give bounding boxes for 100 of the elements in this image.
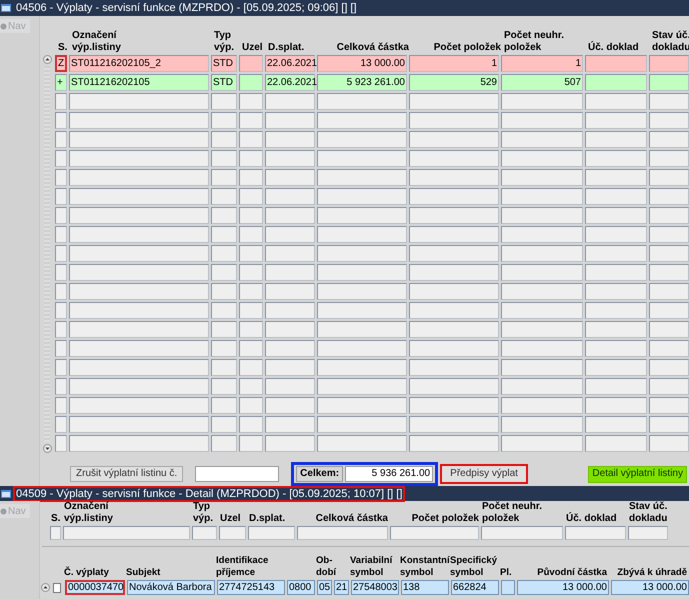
table-cell[interactable] bbox=[69, 435, 209, 452]
table-cell[interactable]: 1 bbox=[501, 55, 583, 72]
table-cell[interactable] bbox=[317, 340, 407, 357]
table-cell[interactable] bbox=[501, 580, 515, 595]
table-cell[interactable] bbox=[649, 302, 689, 319]
table-cell[interactable] bbox=[585, 169, 647, 186]
table-cell[interactable] bbox=[649, 321, 689, 338]
table-cell[interactable] bbox=[649, 207, 689, 224]
table-cell[interactable] bbox=[69, 359, 209, 376]
table-cell[interactable] bbox=[317, 169, 407, 186]
table-cell[interactable] bbox=[211, 302, 237, 319]
table-cell[interactable] bbox=[239, 264, 263, 281]
table-cell[interactable] bbox=[317, 112, 407, 129]
table-cell[interactable] bbox=[585, 435, 647, 452]
table-cell[interactable] bbox=[239, 340, 263, 357]
table-cell[interactable] bbox=[211, 283, 237, 300]
table-cell[interactable]: 27548003 bbox=[351, 580, 399, 595]
table-cell[interactable] bbox=[317, 245, 407, 262]
table-cell[interactable] bbox=[409, 188, 499, 205]
table-cell[interactable] bbox=[501, 245, 583, 262]
table-cell[interactable] bbox=[501, 226, 583, 243]
table-cell[interactable] bbox=[239, 245, 263, 262]
table-cell[interactable] bbox=[649, 188, 689, 205]
table-cell[interactable] bbox=[501, 397, 583, 414]
table-cell[interactable] bbox=[69, 397, 209, 414]
table-cell[interactable] bbox=[649, 359, 689, 376]
table-cell[interactable] bbox=[265, 321, 315, 338]
table-cell[interactable] bbox=[63, 526, 190, 540]
table-cell[interactable]: 138 bbox=[401, 580, 449, 595]
table-cell[interactable] bbox=[69, 283, 209, 300]
table-cell[interactable] bbox=[55, 207, 67, 224]
table-cell[interactable] bbox=[409, 245, 499, 262]
table-cell[interactable] bbox=[265, 340, 315, 357]
table-cell[interactable] bbox=[501, 93, 583, 110]
table-cell[interactable] bbox=[501, 150, 583, 167]
table-cell[interactable] bbox=[69, 378, 209, 395]
table-cell[interactable] bbox=[409, 169, 499, 186]
table-cell[interactable] bbox=[501, 283, 583, 300]
table-cell[interactable] bbox=[501, 359, 583, 376]
table-cell[interactable] bbox=[317, 302, 407, 319]
table-cell[interactable] bbox=[585, 416, 647, 433]
table-cell[interactable] bbox=[211, 131, 237, 148]
table-cell[interactable]: ST011216202105 bbox=[69, 74, 209, 91]
table-cell[interactable] bbox=[69, 188, 209, 205]
table-cell[interactable] bbox=[501, 302, 583, 319]
table-cell[interactable]: Z bbox=[55, 55, 67, 72]
table-cell[interactable] bbox=[265, 359, 315, 376]
table-cell[interactable] bbox=[585, 226, 647, 243]
table-cell[interactable]: 05 bbox=[317, 580, 332, 595]
table-cell[interactable] bbox=[55, 93, 67, 110]
table-cell[interactable] bbox=[55, 321, 67, 338]
table-cell[interactable] bbox=[239, 131, 263, 148]
table-cell[interactable] bbox=[265, 264, 315, 281]
table-cell[interactable] bbox=[409, 340, 499, 357]
table-cell[interactable]: 13 000.00 bbox=[317, 55, 407, 72]
table-cell[interactable] bbox=[55, 226, 67, 243]
table-cell[interactable] bbox=[265, 207, 315, 224]
table-cell[interactable] bbox=[69, 302, 209, 319]
table-cell[interactable] bbox=[69, 150, 209, 167]
table-cell[interactable] bbox=[585, 340, 647, 357]
table-cell[interactable] bbox=[55, 112, 67, 129]
table-cell[interactable] bbox=[265, 93, 315, 110]
table-cell[interactable] bbox=[55, 302, 67, 319]
table-cell[interactable] bbox=[239, 150, 263, 167]
table-cell[interactable] bbox=[409, 226, 499, 243]
table-cell[interactable] bbox=[317, 207, 407, 224]
table-cell[interactable] bbox=[585, 112, 647, 129]
table-cell[interactable] bbox=[585, 188, 647, 205]
table-cell[interactable] bbox=[565, 526, 626, 540]
table-cell[interactable] bbox=[409, 359, 499, 376]
table-cell[interactable] bbox=[649, 245, 689, 262]
table-cell[interactable] bbox=[501, 207, 583, 224]
table-cell[interactable] bbox=[239, 416, 263, 433]
table-cell[interactable] bbox=[649, 93, 689, 110]
table-cell[interactable] bbox=[585, 359, 647, 376]
table-cell[interactable]: STD bbox=[211, 55, 237, 72]
prescriptions-button[interactable]: Předpisy výplat bbox=[440, 464, 528, 484]
table-cell[interactable] bbox=[239, 74, 263, 91]
table-cell[interactable] bbox=[501, 188, 583, 205]
table-cell[interactable] bbox=[265, 150, 315, 167]
table-cell[interactable] bbox=[69, 131, 209, 148]
table-cell[interactable] bbox=[317, 226, 407, 243]
table-cell[interactable] bbox=[297, 526, 388, 540]
table-cell[interactable] bbox=[211, 378, 237, 395]
table-cell[interactable] bbox=[501, 340, 583, 357]
table-cell[interactable] bbox=[69, 264, 209, 281]
table-cell[interactable] bbox=[248, 526, 295, 540]
table-cell[interactable]: 507 bbox=[501, 74, 583, 91]
table-cell[interactable] bbox=[239, 378, 263, 395]
table-cell[interactable] bbox=[409, 321, 499, 338]
table-cell[interactable] bbox=[239, 207, 263, 224]
table-cell[interactable] bbox=[649, 397, 689, 414]
table-cell[interactable] bbox=[585, 150, 647, 167]
table-cell[interactable] bbox=[649, 416, 689, 433]
table-cell[interactable] bbox=[409, 416, 499, 433]
table-cell[interactable] bbox=[649, 283, 689, 300]
table-cell[interactable] bbox=[649, 169, 689, 186]
table-cell[interactable] bbox=[501, 169, 583, 186]
table-cell[interactable] bbox=[585, 378, 647, 395]
table-cell[interactable] bbox=[501, 435, 583, 452]
